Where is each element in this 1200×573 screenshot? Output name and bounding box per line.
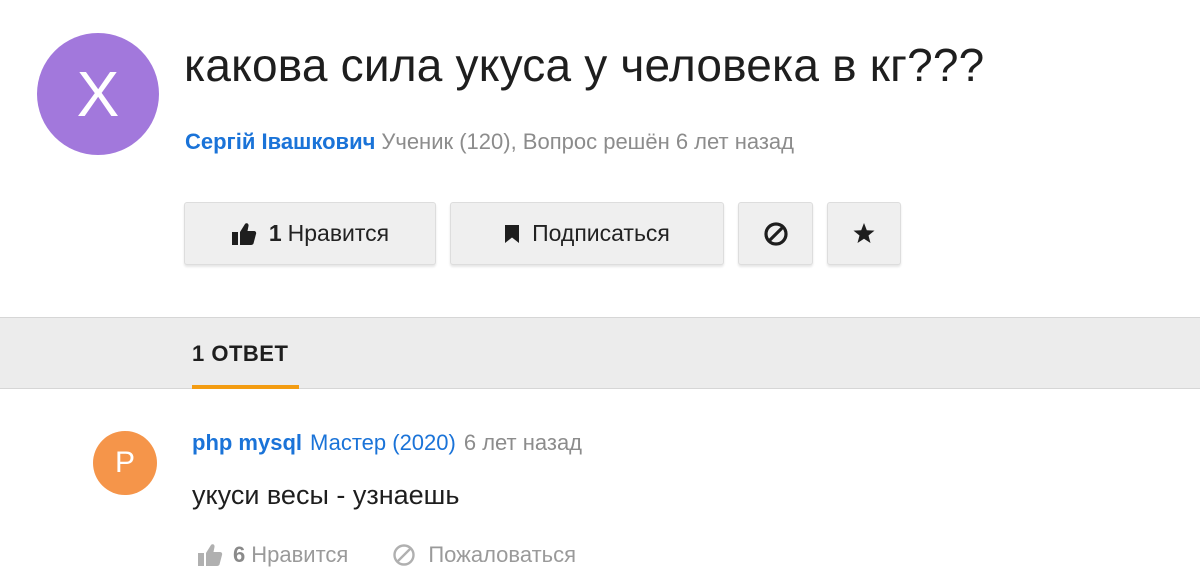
question-title: какова сила укуса у человека в кг??? <box>184 39 985 91</box>
question-author-link[interactable]: Сергій Івашкович <box>185 129 375 154</box>
like-label: Нравится <box>287 220 390 246</box>
tab-answers[interactable]: 1 ОТВЕТ <box>192 341 288 367</box>
question-page: X какова сила укуса у человека в кг??? С… <box>0 0 1200 573</box>
report-button[interactable]: Пожаловаться <box>392 542 576 568</box>
answer-meta: php mysql Мастер (2020) 6 лет назад <box>192 430 582 456</box>
question-author-avatar[interactable]: X <box>37 33 159 155</box>
answer-like-count: 6 <box>233 542 246 567</box>
avatar-letter: P <box>114 446 135 479</box>
thumbs-up-icon <box>231 222 257 246</box>
answer-like-label: Нравится <box>251 542 349 567</box>
answer-time: 6 лет назад <box>463 430 583 455</box>
thumbs-up-icon <box>197 543 223 567</box>
answer-author-link[interactable]: php mysql <box>192 430 302 455</box>
question-meta: Сергій Івашкович Ученик (120), Вопрос реш… <box>185 129 794 155</box>
answer-author-avatar[interactable]: P <box>93 431 157 495</box>
answer-author-rank[interactable]: Мастер (2020) <box>310 430 456 455</box>
answer-actions: 6 Нравится Пожаловаться <box>197 540 576 570</box>
like-count: 1 <box>268 220 282 246</box>
bookmark-icon <box>504 224 520 244</box>
favorite-button[interactable] <box>827 202 901 265</box>
subscribe-button[interactable]: Подписаться <box>450 202 724 265</box>
tab-active-indicator <box>192 385 299 389</box>
star-icon <box>852 222 876 245</box>
avatar-letter: X <box>76 58 120 130</box>
report-label: Пожаловаться <box>428 542 577 567</box>
like-button[interactable]: 1 Нравится <box>184 202 436 265</box>
answer-like-button[interactable]: 6 Нравится <box>197 542 348 568</box>
question-meta-text: Ученик (120), Вопрос решён 6 лет назад <box>381 129 795 154</box>
block-button[interactable] <box>738 202 813 265</box>
answers-header: 1 ОТВЕТ <box>0 317 1200 389</box>
ban-icon <box>392 543 416 567</box>
answer-text: укуси весы - узнаешь <box>192 480 460 510</box>
subscribe-label: Подписаться <box>532 220 670 246</box>
ban-icon <box>763 221 789 247</box>
